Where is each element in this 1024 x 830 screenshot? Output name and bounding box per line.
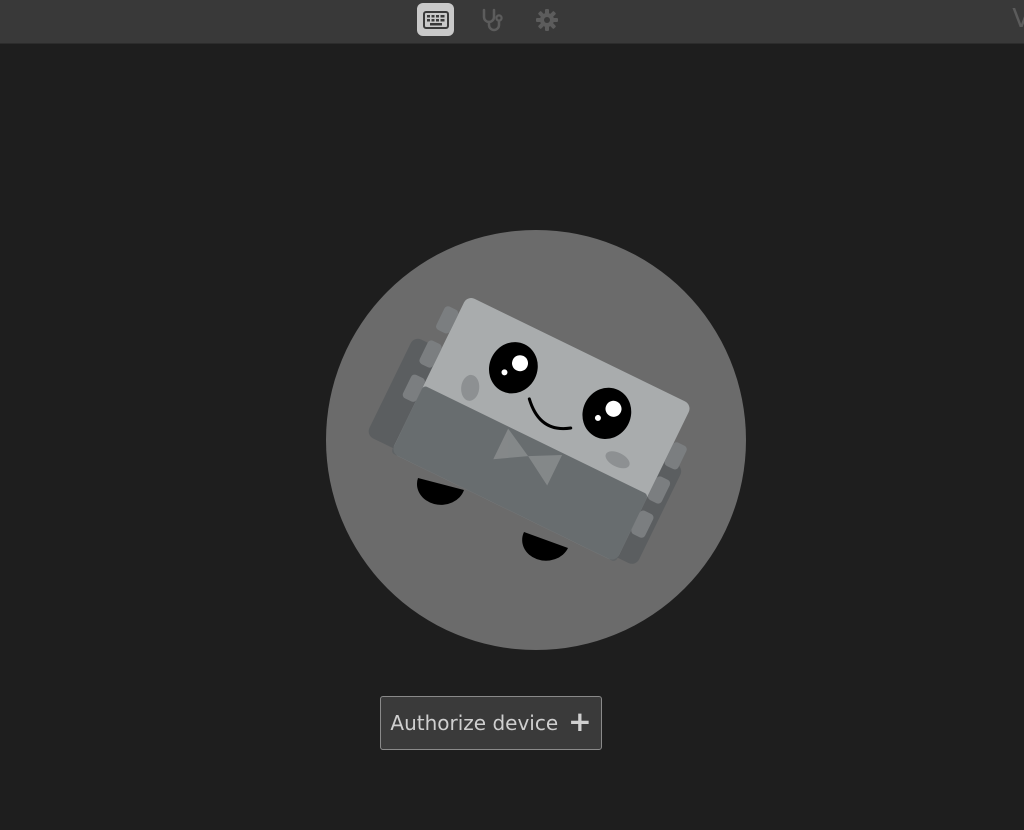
keyboard-tab[interactable]: [417, 3, 454, 36]
settings-tab[interactable]: [528, 3, 565, 36]
authorize-device-label: Authorize device: [390, 711, 559, 735]
top-bar: V: [0, 0, 1024, 44]
diagnostics-tab[interactable]: [472, 3, 509, 36]
keyboard-icon: [422, 10, 449, 29]
device-mascot-illustration: [326, 230, 746, 650]
stethoscope-icon: [482, 8, 503, 31]
authorize-device-button[interactable]: Authorize device +: [380, 696, 602, 750]
plus-icon: +: [568, 705, 592, 738]
brand-logo-text: V: [1012, 4, 1024, 34]
gear-icon: [535, 8, 558, 31]
